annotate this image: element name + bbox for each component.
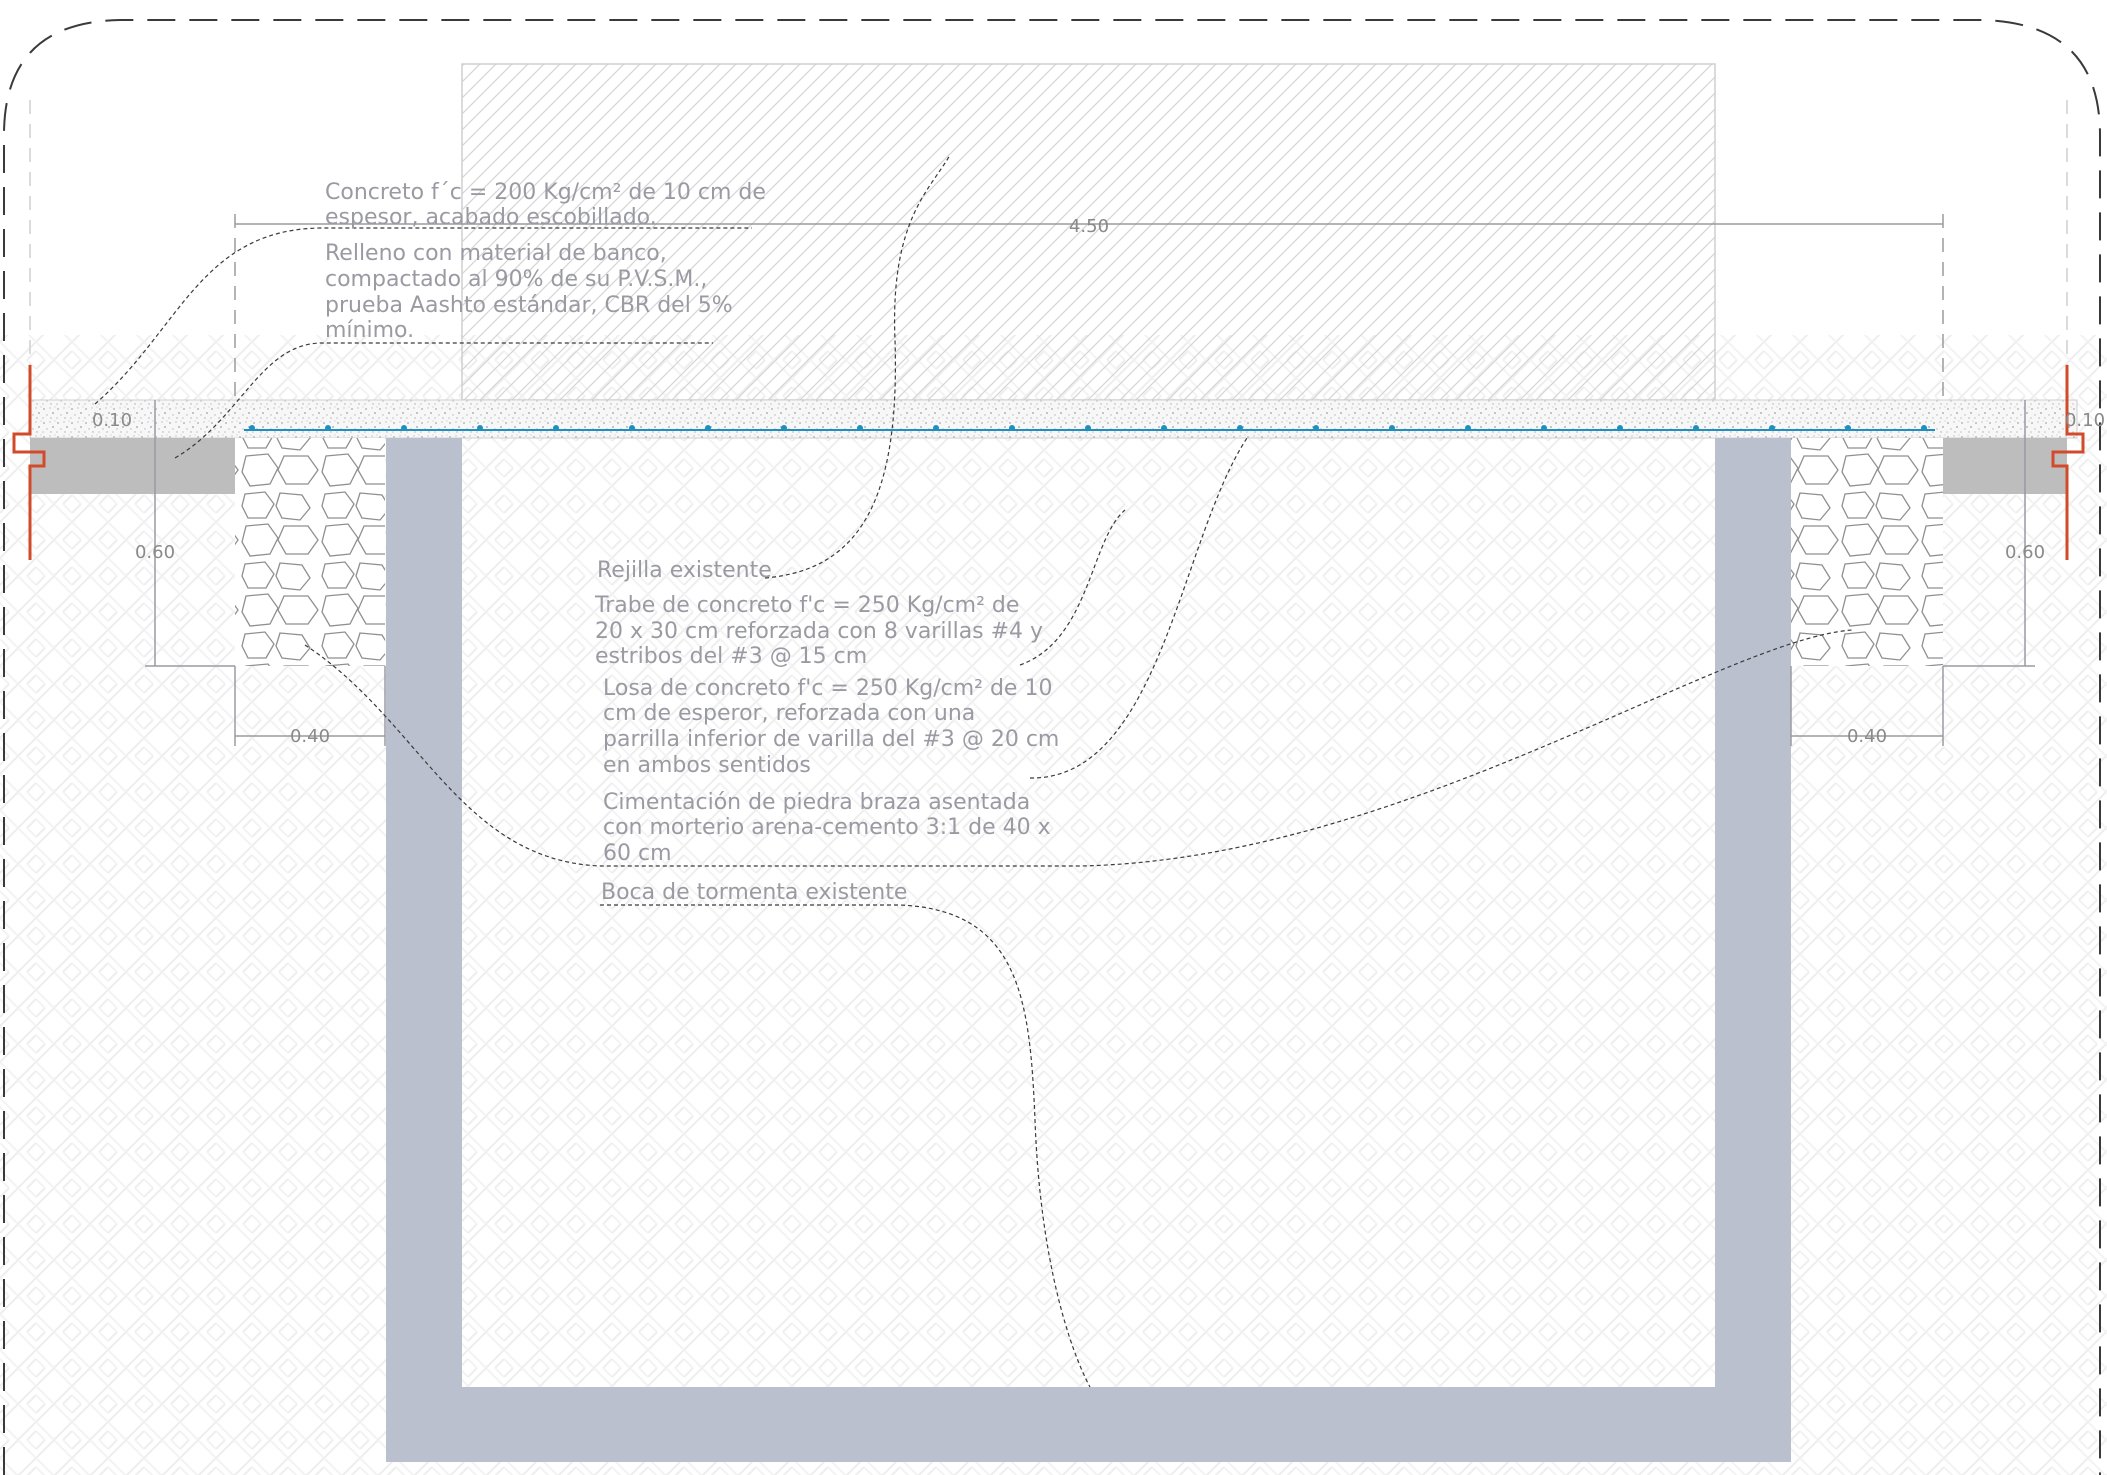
note-line: espesor, acabado escobillado. <box>325 205 657 230</box>
rebar-dot <box>401 425 407 431</box>
note-line: prueba Aashto estándar, CBR del 5% <box>325 293 733 318</box>
note-line: Relleno con material de banco, <box>325 241 667 266</box>
rebar-dot <box>705 425 711 431</box>
rebar-dot <box>1465 425 1471 431</box>
rebar-dot <box>1009 425 1015 431</box>
rebar-dot <box>1313 425 1319 431</box>
rebar-dot <box>1617 425 1623 431</box>
note-line: compactado al 90% de su P.V.S.M., <box>325 267 707 292</box>
section-drawing: 4.50 0.10 0.10 0.60 0.60 0.40 0.40 Concr… <box>0 19 2107 1475</box>
rebar-dot <box>1921 425 1927 431</box>
rebar-dot <box>1693 425 1699 431</box>
note-line: Concreto f´c = 200 Kg/cm² de 10 cm de <box>325 180 766 205</box>
rebar-dot <box>1389 425 1395 431</box>
note-line: 20 x 30 cm reforzada con 8 varillas #4 y <box>595 619 1043 644</box>
dim-footing-width-right: 0.40 <box>1847 726 1887 747</box>
dim-overall-width: 4.50 <box>1069 216 1109 237</box>
note-line: en ambos sentidos <box>603 753 811 778</box>
rebar-dot <box>1769 425 1775 431</box>
dim-footing-depth-left: 0.60 <box>135 542 175 563</box>
rebar-dot <box>1161 425 1167 431</box>
foundation-left <box>235 438 385 666</box>
rebar-dot <box>629 425 635 431</box>
rebar-dot <box>553 425 559 431</box>
note-line: Losa de concreto f'c = 250 Kg/cm² de 10 <box>603 676 1052 701</box>
rebar-dot <box>1541 425 1547 431</box>
curb-left <box>30 438 235 494</box>
rebar-dot <box>1845 425 1851 431</box>
note-line: Trabe de concreto f'c = 250 Kg/cm² de <box>594 593 1019 618</box>
rebar-dot <box>249 425 255 431</box>
dim-footing-width-left: 0.40 <box>290 726 330 747</box>
note-storm-drain: Boca de tormenta existente <box>601 880 907 905</box>
rebar-dot <box>325 425 331 431</box>
note-line: Boca de tormenta existente <box>601 880 907 905</box>
rebar-dot <box>857 425 863 431</box>
note-line: mínimo. <box>325 318 414 343</box>
rebar-dot <box>1085 425 1091 431</box>
dim-slab-left: 0.10 <box>92 410 132 431</box>
rebar-dot <box>1237 425 1243 431</box>
dim-footing-depth-right: 0.60 <box>2005 542 2045 563</box>
note-line: cm de esperor, reforzada con una <box>603 701 975 726</box>
note-line: con morterio arena-cemento 3:1 de 40 x <box>603 815 1051 840</box>
foundation-right <box>1791 438 1943 666</box>
note-line: estribos del #3 @ 15 cm <box>595 644 867 669</box>
note-grate: Rejilla existente <box>597 558 772 583</box>
note-line: Cimentación de piedra braza asentada <box>603 790 1030 815</box>
rebar-dot <box>933 425 939 431</box>
rebar-dot <box>477 425 483 431</box>
note-line: 60 cm <box>603 841 672 866</box>
note-line: Rejilla existente <box>597 558 772 583</box>
dim-slab-right: 0.10 <box>2065 410 2105 431</box>
curb-right <box>1943 438 2067 494</box>
note-line: parrilla inferior de varilla del #3 @ 20… <box>603 727 1059 752</box>
top-concrete-slab <box>29 399 2078 439</box>
rebar-dot <box>781 425 787 431</box>
